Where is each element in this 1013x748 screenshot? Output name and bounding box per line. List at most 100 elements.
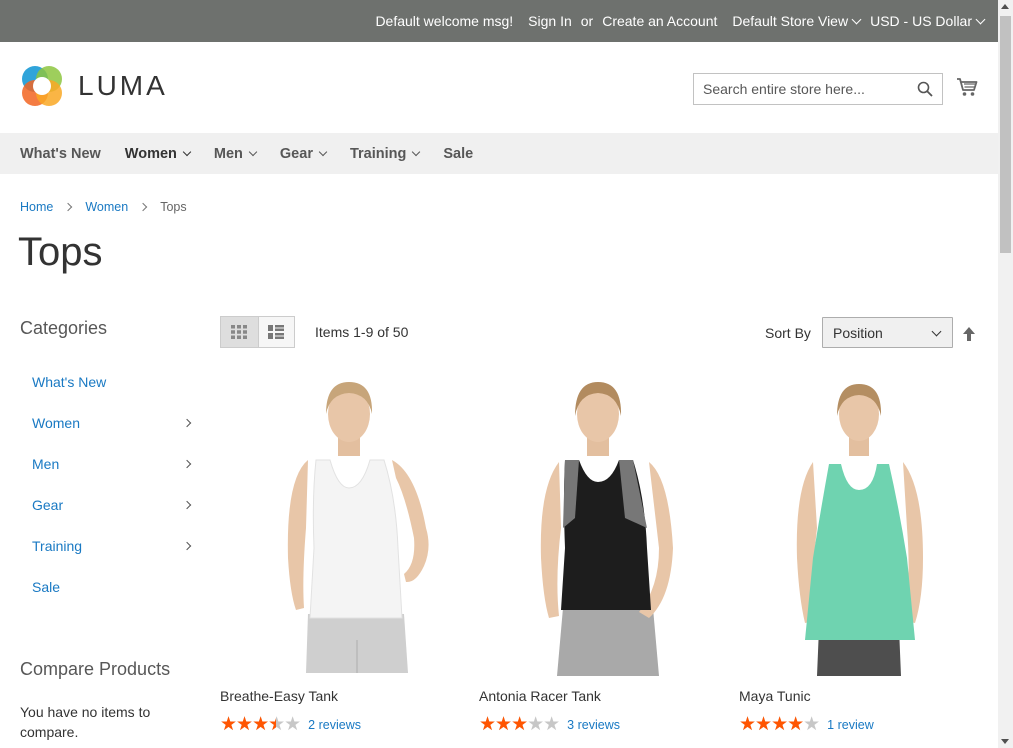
sort-by-value: Position <box>833 324 883 341</box>
category-item-sale[interactable]: Sale <box>32 566 194 607</box>
sign-in-link[interactable]: Sign In <box>528 13 572 29</box>
rating-stars-fill: ★★★★★ <box>479 715 528 735</box>
chevron-right-icon <box>64 202 73 212</box>
chevron-right-icon[interactable] <box>182 500 192 509</box>
cart-icon[interactable] <box>956 76 978 98</box>
category-label: Training <box>32 537 83 554</box>
product-name[interactable]: Breathe-Easy Tank <box>220 688 338 704</box>
chevron-right-icon[interactable] <box>182 459 192 468</box>
product-card[interactable]: Maya Tunic ★★★★★★★★★★ 1 review <box>739 378 979 735</box>
grid-view-button[interactable] <box>221 317 258 347</box>
category-label: Men <box>32 455 60 472</box>
header: LUMA <box>0 42 998 133</box>
nav-item-women[interactable]: Women <box>124 145 192 162</box>
category-label: What's New <box>32 373 107 390</box>
category-item-women[interactable]: Women <box>32 402 194 443</box>
store-view-label: Default Store View <box>732 13 849 29</box>
search-icon[interactable] <box>917 81 933 97</box>
list-icon <box>268 325 285 339</box>
nav-item-label: Women <box>124 145 177 162</box>
grid-icon <box>231 325 248 339</box>
nav-item-training[interactable]: Training <box>349 145 421 162</box>
product-rating: ★★★★★★★★★★ 1 review <box>739 715 874 735</box>
nav-item-label: Men <box>213 145 243 162</box>
main-nav: What's New Women Men Gear Training Sale <box>0 133 998 174</box>
product-photo-antonia-racer-tank <box>479 378 719 676</box>
reviews-link[interactable]: 3 reviews <box>567 718 620 732</box>
search-input[interactable] <box>694 74 904 104</box>
product-card[interactable]: Antonia Racer Tank ★★★★★★★★★★ 3 reviews <box>479 378 719 735</box>
product-photo-breathe-easy-tank <box>220 378 460 676</box>
category-item-training[interactable]: Training <box>32 525 194 566</box>
items-count: Items 1-9 of 50 <box>315 324 409 340</box>
chevron-down-icon <box>931 326 942 337</box>
sort-by-select[interactable]: Position <box>822 317 953 348</box>
reviews-link[interactable]: 2 reviews <box>308 718 361 732</box>
or-text: or <box>580 13 594 29</box>
nav-item-gear[interactable]: Gear <box>279 145 328 162</box>
reviews-link[interactable]: 1 review <box>827 718 874 732</box>
scroll-up-arrow-icon[interactable] <box>1001 4 1009 9</box>
product-image[interactable] <box>479 378 719 676</box>
scroll-down-arrow-icon[interactable] <box>1001 739 1009 744</box>
currency-label: USD - US Dollar <box>870 13 972 29</box>
list-view-button[interactable] <box>257 317 294 347</box>
store-view-switcher[interactable]: Default Store View <box>732 13 862 29</box>
product-rating: ★★★★★★★★★★ 3 reviews <box>479 715 620 735</box>
rating-stars-fill: ★★★★★ <box>739 715 804 735</box>
product-name[interactable]: Maya Tunic <box>739 688 811 704</box>
sort-direction-arrow-icon[interactable] <box>962 326 976 342</box>
category-label: Women <box>32 414 80 431</box>
product-photo-maya-tunic <box>739 378 979 676</box>
category-item-gear[interactable]: Gear <box>32 484 194 525</box>
top-bar: Default welcome msg! Sign In or Create a… <box>0 0 998 42</box>
nav-item-sale[interactable]: Sale <box>443 146 473 162</box>
create-account-link[interactable]: Create an Account <box>602 13 717 29</box>
chevron-right-icon <box>138 202 148 212</box>
chevron-down-icon <box>318 147 328 156</box>
product-name[interactable]: Antonia Racer Tank <box>479 688 601 704</box>
category-label: Gear <box>32 496 64 513</box>
breadcrumb-women[interactable]: Women <box>85 200 128 214</box>
sort-by-label: Sort By <box>765 325 811 341</box>
breadcrumb-home[interactable]: Home <box>20 200 53 214</box>
nav-item-label: What's New <box>20 145 101 162</box>
chevron-down-icon <box>975 14 986 25</box>
categories-title: Categories <box>20 318 108 338</box>
top-links: Default welcome msg! Sign In or Create a… <box>375 0 986 42</box>
chevron-right-icon[interactable] <box>182 541 192 550</box>
product-card[interactable]: Breathe-Easy Tank ★★★★★★★★★★ 2 reviews <box>220 378 460 735</box>
chevron-right-icon[interactable] <box>182 418 192 427</box>
page-scrollbar[interactable] <box>998 0 1013 748</box>
compare-empty-text: You have no items to compare. <box>20 704 151 740</box>
chevron-down-icon <box>248 147 258 156</box>
rating-stars: ★★★★★★★★★★ <box>220 714 301 735</box>
rating-stars: ★★★★★★★★★★ <box>739 714 820 735</box>
scrollbar-thumb[interactable] <box>1000 16 1011 253</box>
nav-item-label: Training <box>349 145 407 162</box>
chevron-down-icon <box>412 147 421 156</box>
rating-stars: ★★★★★★★★★★ <box>479 714 560 735</box>
page-title: Tops <box>18 230 103 274</box>
search-box <box>693 73 943 105</box>
category-item-men[interactable]: Men <box>32 443 194 484</box>
category-list: What's New Women Men Gear Training Sale <box>32 361 194 607</box>
breadcrumb: Home Women Tops <box>20 200 187 214</box>
nav-item-label: Gear <box>279 145 313 162</box>
welcome-message: Default welcome msg! <box>375 13 514 29</box>
nav-item-men[interactable]: Men <box>213 145 258 162</box>
logo-text: LUMA <box>78 70 168 101</box>
product-image[interactable] <box>739 378 979 676</box>
view-mode-switcher <box>220 316 295 348</box>
rating-stars-fill: ★★★★★ <box>220 715 276 735</box>
category-label: Sale <box>32 578 61 595</box>
logo[interactable]: LUMA <box>20 64 168 108</box>
currency-switcher[interactable]: USD - US Dollar <box>870 13 986 29</box>
product-rating: ★★★★★★★★★★ 2 reviews <box>220 715 361 735</box>
product-image[interactable] <box>220 378 460 676</box>
nav-item-whats-new[interactable]: What's New <box>20 146 101 162</box>
chevron-down-icon <box>182 147 192 156</box>
nav-item-label: Sale <box>443 145 474 162</box>
category-item-whats-new[interactable]: What's New <box>32 361 194 402</box>
luma-logo-icon <box>22 66 62 106</box>
